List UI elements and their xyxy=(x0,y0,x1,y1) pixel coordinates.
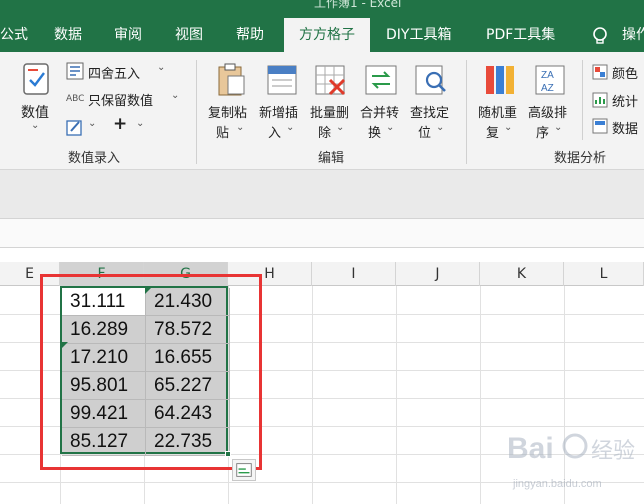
numeric-value-button[interactable]: 数值 xyxy=(21,102,49,122)
insert-button[interactable]: 新增插 xyxy=(259,102,298,121)
grid-line xyxy=(396,286,397,504)
random-repeat-button-line2[interactable]: 复 xyxy=(486,122,499,141)
group-divider xyxy=(196,60,197,164)
watermark-url: jingyan.baidu.com xyxy=(513,478,602,490)
column-header-l[interactable]: L xyxy=(564,262,644,286)
chevron-down-icon[interactable]: ⌄ xyxy=(171,90,179,101)
statistics-button[interactable]: 统计 xyxy=(612,91,638,110)
window-title: 工作簿1 - Excel xyxy=(314,0,402,10)
advanced-sort-button-line2[interactable]: 序 xyxy=(536,122,549,141)
statistics-icon xyxy=(592,92,608,108)
find-locate-button[interactable]: 查找定 xyxy=(410,102,449,121)
random-repeat-icon xyxy=(486,66,514,94)
plus-button[interactable]: + xyxy=(113,114,127,134)
tab-diy-toolbox[interactable]: DIY工具箱 xyxy=(386,18,451,52)
edit-icon[interactable] xyxy=(66,118,84,136)
copy-paste-button[interactable]: 复制粘 xyxy=(208,102,247,121)
batch-delete-icon xyxy=(315,65,346,96)
find-locate-button-line2[interactable]: 位 xyxy=(418,122,431,141)
group-divider xyxy=(466,60,467,164)
chevron-down-icon[interactable]: ⌄ xyxy=(554,122,562,133)
chevron-down-icon[interactable]: ⌄ xyxy=(286,122,294,133)
chevron-down-icon[interactable]: ⌄ xyxy=(436,122,444,133)
tab-help[interactable]: 帮助 xyxy=(236,18,264,52)
baidu-logo-icon: Bai 经验 xyxy=(507,432,635,465)
find-locate-icon xyxy=(415,65,446,95)
ribbon-panel: 数值 ⌄ 四舍五入 ⌄ ABC 只保留数值 ⌄ ⌄ + ⌄ 数值录入 复制粘 贴… xyxy=(0,52,644,170)
tab-view[interactable]: 视图 xyxy=(175,18,203,52)
insert-button-line2[interactable]: 入 xyxy=(268,122,281,141)
merge-convert-button[interactable]: 合并转 xyxy=(360,102,399,121)
data-icon xyxy=(592,118,608,134)
round-button[interactable]: 四舍五入 xyxy=(88,63,140,82)
chevron-down-icon[interactable]: ⌄ xyxy=(136,118,144,129)
copy-paste-button-line2[interactable]: 贴 xyxy=(216,122,229,141)
clipboard-icon xyxy=(218,63,245,96)
batch-delete-button[interactable]: 批量删 xyxy=(310,102,349,121)
title-bar: 工作簿1 - Excel xyxy=(0,0,644,18)
column-header-k[interactable]: K xyxy=(480,262,564,286)
keep-value-button[interactable]: 只保留数值 xyxy=(88,90,153,109)
numeric-value-icon xyxy=(23,63,49,95)
svg-text:ZA: ZA xyxy=(541,70,554,81)
group-label-data-analysis: 数据分析 xyxy=(554,151,607,166)
data-button[interactable]: 数据 xyxy=(612,118,638,137)
advanced-sort-icon: ZA AZ xyxy=(535,65,565,95)
chevron-down-icon[interactable]: ⌄ xyxy=(386,122,394,133)
merge-convert-button-line2[interactable]: 换 xyxy=(368,122,381,141)
quick-analysis-icon[interactable] xyxy=(232,459,256,481)
grid-line xyxy=(480,286,481,504)
chevron-down-icon[interactable]: ⌄ xyxy=(88,118,96,129)
formula-bar[interactable] xyxy=(0,218,644,248)
annotation-highlight-box xyxy=(40,274,262,470)
batch-delete-button-line2[interactable]: 除 xyxy=(318,122,331,141)
chevron-down-icon[interactable]: ⌄ xyxy=(236,122,244,133)
svg-text:经验: 经验 xyxy=(591,439,635,464)
color-button[interactable]: 颜色 xyxy=(612,63,638,82)
insert-rows-icon xyxy=(267,65,297,95)
lightbulb-icon[interactable] xyxy=(590,26,610,46)
random-repeat-button[interactable]: 随机重 xyxy=(478,102,517,121)
group-label-edit: 编辑 xyxy=(318,151,345,166)
tab-fangfang-gezi[interactable]: 方方格子 xyxy=(284,18,370,52)
round-icon xyxy=(66,62,84,80)
chevron-down-icon[interactable]: ⌄ xyxy=(504,122,512,133)
svg-text:AZ: AZ xyxy=(541,83,554,94)
tab-data[interactable]: 数据 xyxy=(54,18,82,52)
chevron-down-icon[interactable]: ⌄ xyxy=(336,122,344,133)
merge-convert-icon xyxy=(365,65,397,95)
chevron-down-icon[interactable]: ⌄ xyxy=(157,62,165,73)
column-header-i[interactable]: I xyxy=(312,262,396,286)
group-divider xyxy=(582,60,583,140)
fill-handle[interactable] xyxy=(225,451,231,457)
tab-pdf-tools[interactable]: PDF工具集 xyxy=(486,18,555,52)
ribbon-tab-bar: 公式 数据 审阅 视图 帮助 方方格子 DIY工具箱 PDF工具集 操作 xyxy=(0,18,644,52)
group-label-value-entry: 数值录入 xyxy=(68,151,121,166)
tab-review[interactable]: 审阅 xyxy=(114,18,142,52)
color-icon xyxy=(592,64,608,80)
svg-text:Bai: Bai xyxy=(507,432,554,465)
grid-line xyxy=(312,286,313,504)
tab-tell-me[interactable]: 操作 xyxy=(622,18,644,52)
column-header-j[interactable]: J xyxy=(396,262,480,286)
advanced-sort-button[interactable]: 高级排 xyxy=(528,102,567,121)
baidu-jingyan-watermark: Bai 经验 jingyan.baidu.com xyxy=(505,420,640,500)
tab-formulas[interactable]: 公式 xyxy=(0,18,28,52)
abc-icon: ABC xyxy=(66,94,85,104)
chevron-down-icon[interactable]: ⌄ xyxy=(31,120,39,131)
